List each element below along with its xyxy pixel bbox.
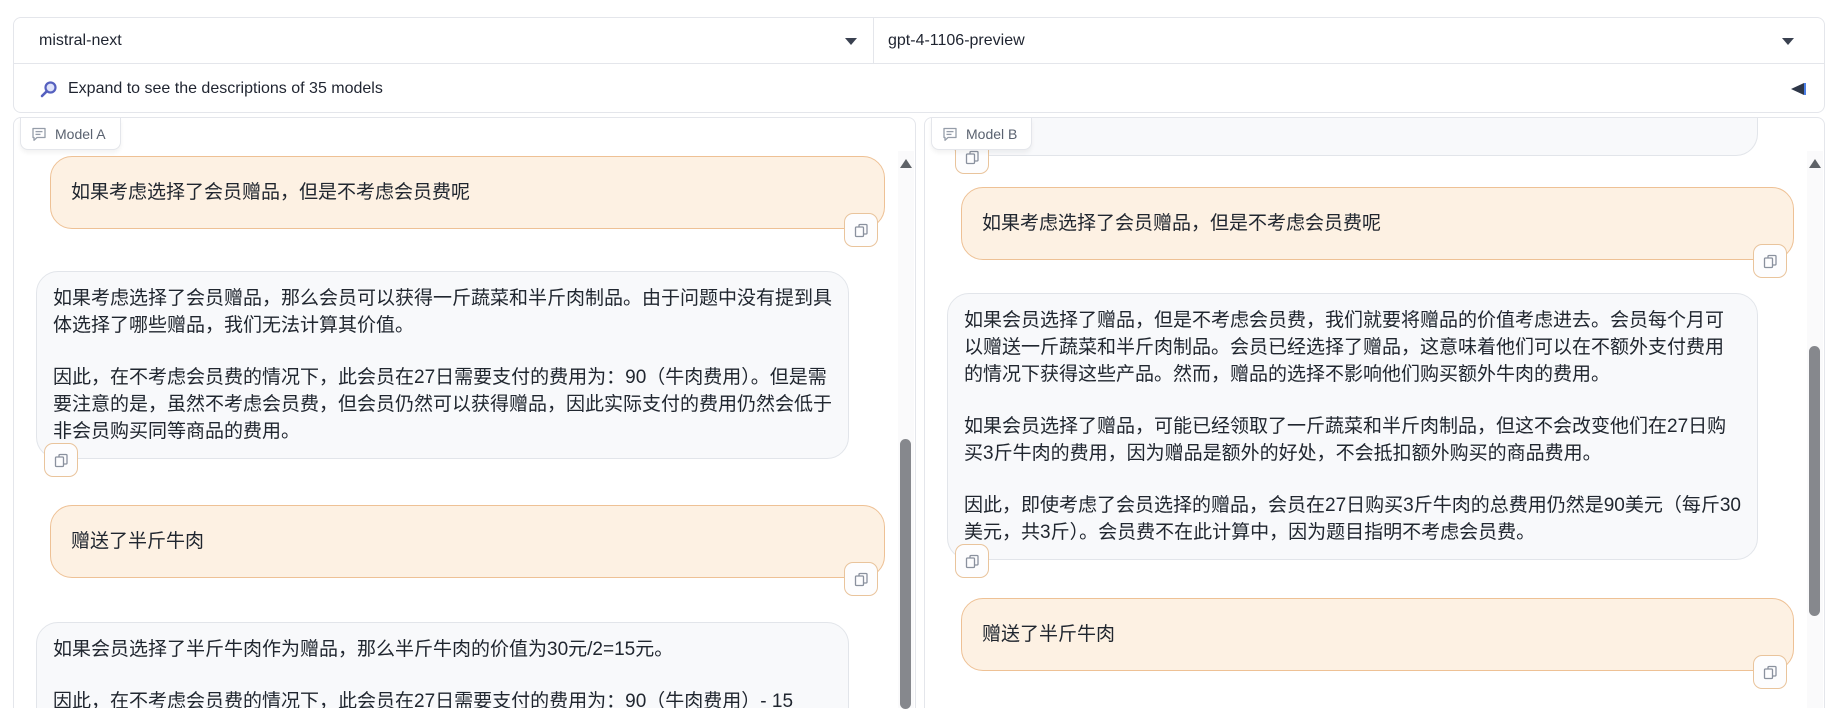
caret-down-icon [845,38,857,45]
user-message-bubble: 如果考虑选择了会员赠品，但是不考虑会员费呢 [961,187,1794,260]
user-message-bubble: 如果考虑选择了会员赠品，但是不考虑会员费呢 [50,156,885,229]
scrollbar-thumb[interactable] [1809,346,1820,616]
chat-bubble-icon [31,126,47,142]
caret-down-icon [1782,38,1794,45]
model-selection-header: mistral-next gpt-4-1106-preview Expand t… [13,17,1825,113]
copy-button[interactable] [1753,655,1787,689]
model-b-scrollbar[interactable] [1807,151,1823,708]
assistant-message-bubble: 如果会员选择了赠品，但是不考虑会员费，我们就要将赠品的价值考虑进去。会员每个月可… [947,293,1758,560]
message-text: 如果会员选择了赠品，可能已经领取了一斤蔬菜和半斤肉制品，但这不会改变他们在27日… [964,413,1741,467]
model-a-scrollbar[interactable] [898,151,914,708]
copy-icon [854,223,869,238]
message-text: 因此，在不考虑会员费的情况下，此会员在27日需要支付的费用为：90（牛肉费用）-… [53,688,832,708]
model-a-dropdown[interactable]: mistral-next [14,18,874,63]
copy-button[interactable] [844,562,878,596]
message-text: 因此，即使考虑了会员选择的赠品，会员在27日购买3斤牛肉的总费用仍然是90美元（… [964,492,1741,546]
message-text: 如果会员选择了赠品，但是不考虑会员费，我们就要将赠品的价值考虑进去。会员每个月可… [964,307,1741,388]
message-row: 如果会员选择了半斤牛肉作为赠品，那么半斤牛肉的价值为30元/2=15元。 因此，… [14,622,899,708]
message-row: 赠送了半斤牛肉 [14,505,899,578]
model-b-tab-label: Model B [966,126,1017,142]
model-a-scroll-area[interactable]: 如果考虑选择了会员赠品，但是不考虑会员费呢 如果考虑选择了会员赠品，那么会员可以… [14,118,899,708]
model-b-chat-panel: Model B 如果考虑选择了会员赠品，但是不考虑会员费呢 [924,117,1825,708]
message-row: 如果考虑选择了会员赠品，但是不考虑会员费呢 [14,156,899,229]
message-row [925,118,1808,156]
copy-button[interactable] [1753,244,1787,278]
message-text: 如果考虑选择了会员赠品，但是不考虑会员费呢 [71,179,864,206]
copy-button[interactable] [44,443,78,477]
copy-icon [965,150,980,165]
message-text: 如果考虑选择了会员赠品，但是不考虑会员费呢 [982,210,1773,237]
copy-icon [854,572,869,587]
user-message-bubble: 赠送了半斤牛肉 [961,598,1794,671]
message-row: 如果考虑选择了会员赠品，那么会员可以获得一斤蔬菜和半斤肉制品。由于问题中没有提到… [14,271,899,459]
message-text: 如果会员选择了半斤牛肉作为赠品，那么半斤牛肉的价值为30元/2=15元。 [53,636,832,663]
assistant-message-bubble: 如果会员选择了半斤牛肉作为赠品，那么半斤牛肉的价值为30元/2=15元。 因此，… [36,622,849,708]
model-b-scroll-area[interactable]: 如果考虑选择了会员赠品，但是不考虑会员费呢 如果会员选择了赠品，但是不考虑会员费… [925,118,1808,708]
model-dropdown-row: mistral-next gpt-4-1106-preview [14,18,1824,64]
collapse-arrow-accent [1804,83,1806,95]
model-a-tab: Model A [20,118,121,150]
model-a-tab-label: Model A [55,126,106,142]
message-row: 如果考虑选择了会员赠品，但是不考虑会员费呢 [925,187,1808,260]
assistant-message-bubble-clipped [947,118,1758,156]
accordion-label: Expand to see the descriptions of 35 mod… [68,80,383,98]
model-b-dropdown-value: gpt-4-1106-preview [888,32,1025,50]
message-text: 赠送了半斤牛肉 [71,528,864,555]
magnifier-icon [39,80,58,99]
model-b-dropdown[interactable]: gpt-4-1106-preview [874,18,1824,63]
scroll-up-arrow-icon[interactable] [900,159,912,168]
scroll-up-arrow-icon[interactable] [1809,159,1821,168]
scrollbar-thumb[interactable] [900,439,911,709]
collapse-arrow-left-icon[interactable] [1791,83,1804,95]
chat-bubble-icon [942,126,958,142]
message-text: 赠送了半斤牛肉 [982,621,1773,648]
copy-button[interactable] [844,213,878,247]
copy-icon [1763,254,1778,269]
message-row: 如果会员选择了赠品，但是不考虑会员费，我们就要将赠品的价值考虑进去。会员每个月可… [925,293,1808,560]
copy-button[interactable] [955,544,989,578]
assistant-message-bubble: 如果考虑选择了会员赠品，那么会员可以获得一斤蔬菜和半斤肉制品。由于问题中没有提到… [36,271,849,459]
copy-icon [1763,665,1778,680]
model-b-tab: Model B [931,118,1032,150]
model-descriptions-accordion[interactable]: Expand to see the descriptions of 35 mod… [14,64,1824,114]
model-a-dropdown-value: mistral-next [39,32,122,50]
message-text: 因此，在不考虑会员费的情况下，此会员在27日需要支付的费用为：90（牛肉费用）。… [53,364,832,445]
user-message-bubble: 赠送了半斤牛肉 [50,505,885,578]
copy-icon [965,554,980,569]
message-row: 赠送了半斤牛肉 [925,598,1808,671]
copy-icon [54,453,69,468]
message-text: 如果考虑选择了会员赠品，那么会员可以获得一斤蔬菜和半斤肉制品。由于问题中没有提到… [53,285,832,339]
model-a-chat-panel: Model A 如果考虑选择了会员赠品，但是不考虑会员费呢 如果考虑选择了会员赠… [13,117,916,708]
